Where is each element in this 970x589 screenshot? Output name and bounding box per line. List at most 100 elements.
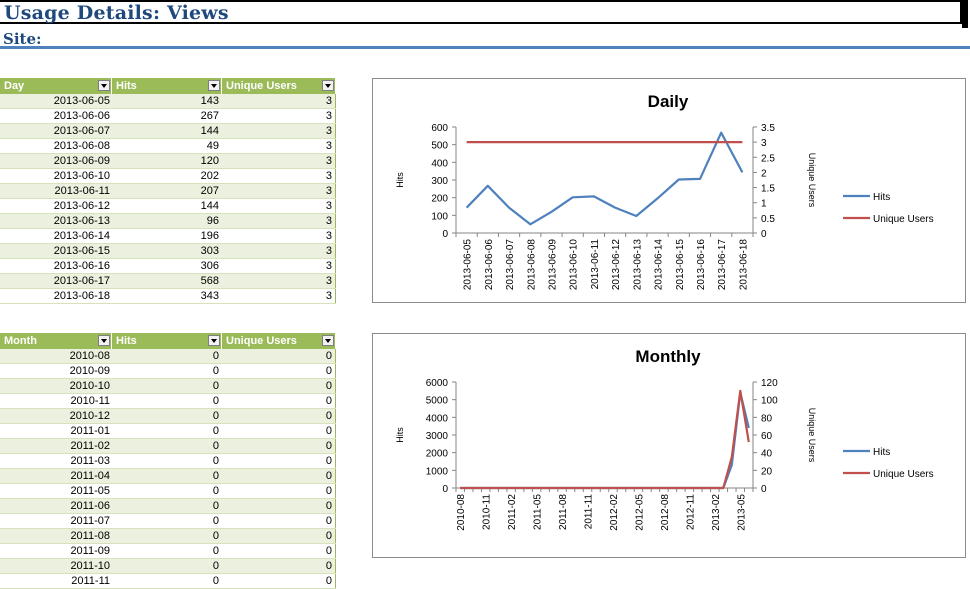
monthly-chart[interactable]: Monthly 0 1000 2000 3000 4000 5000 6000 Hits 0 20 4… bbox=[372, 333, 966, 558]
table-cell[interactable]: 0 bbox=[112, 454, 222, 468]
table-cell[interactable]: 2011-05 bbox=[0, 484, 112, 498]
table-cell[interactable]: 2011-11 bbox=[0, 574, 112, 588]
table-row[interactable]: 2011-02 0 0 bbox=[0, 439, 336, 454]
table-row[interactable]: 2010-12 0 0 bbox=[0, 409, 336, 424]
table-cell[interactable]: 303 bbox=[112, 244, 222, 258]
table-row[interactable]: 2011-05 0 0 bbox=[0, 484, 336, 499]
table-cell[interactable]: 2011-06 bbox=[0, 499, 112, 513]
table-row[interactable]: 2013-06-07 144 3 bbox=[0, 124, 336, 139]
table-row[interactable]: 2011-08 0 0 bbox=[0, 529, 336, 544]
table-row[interactable]: 2011-06 0 0 bbox=[0, 499, 336, 514]
table-cell[interactable]: 0 bbox=[222, 454, 336, 468]
table-cell[interactable]: 2013-06-14 bbox=[0, 229, 112, 243]
table-row[interactable]: 2013-06-15 303 3 bbox=[0, 244, 336, 259]
table-row[interactable]: 2011-07 0 0 bbox=[0, 514, 336, 529]
table-cell[interactable]: 0 bbox=[222, 529, 336, 543]
table-cell[interactable]: 2013-06-10 bbox=[0, 169, 112, 183]
table-row[interactable]: 2013-06-06 267 3 bbox=[0, 109, 336, 124]
table-row[interactable]: 2010-08 0 0 bbox=[0, 349, 336, 364]
table-cell[interactable]: 2011-08 bbox=[0, 529, 112, 543]
table-cell[interactable]: 0 bbox=[112, 544, 222, 558]
table-row[interactable]: 2013-06-18 343 3 bbox=[0, 289, 336, 304]
table-row[interactable]: 2013-06-17 568 3 bbox=[0, 274, 336, 289]
daily-column-header[interactable]: Unique Users bbox=[222, 78, 336, 94]
table-cell[interactable]: 2013-06-05 bbox=[0, 94, 112, 108]
table-cell[interactable]: 49 bbox=[112, 139, 222, 153]
table-cell[interactable]: 2013-06-12 bbox=[0, 199, 112, 213]
table-cell[interactable]: 143 bbox=[112, 94, 222, 108]
table-cell[interactable]: 2011-04 bbox=[0, 469, 112, 483]
table-cell[interactable]: 3 bbox=[222, 139, 336, 153]
table-cell[interactable]: 2013-06-09 bbox=[0, 154, 112, 168]
table-cell[interactable]: 0 bbox=[112, 424, 222, 438]
table-cell[interactable]: 0 bbox=[222, 439, 336, 453]
table-cell[interactable]: 3 bbox=[222, 289, 336, 303]
table-cell[interactable]: 96 bbox=[112, 214, 222, 228]
table-cell[interactable]: 2011-09 bbox=[0, 544, 112, 558]
table-cell[interactable]: 3 bbox=[222, 169, 336, 183]
monthly-column-header[interactable]: Unique Users bbox=[222, 333, 336, 349]
monthly-column-header[interactable]: Hits bbox=[112, 333, 222, 349]
monthly-column-header[interactable]: Month bbox=[0, 333, 112, 349]
selection-handle[interactable] bbox=[962, 0, 968, 28]
table-row[interactable]: 2013-06-10 202 3 bbox=[0, 169, 336, 184]
table-cell[interactable]: 2011-03 bbox=[0, 454, 112, 468]
table-cell[interactable]: 2010-11 bbox=[0, 394, 112, 408]
daily-column-header[interactable]: Day bbox=[0, 78, 112, 94]
table-cell[interactable]: 0 bbox=[222, 559, 336, 573]
table-cell[interactable]: 202 bbox=[112, 169, 222, 183]
table-cell[interactable]: 3 bbox=[222, 244, 336, 258]
table-cell[interactable]: 2011-07 bbox=[0, 514, 112, 528]
filter-dropdown-icon[interactable] bbox=[208, 80, 220, 91]
table-cell[interactable]: 0 bbox=[222, 499, 336, 513]
table-cell[interactable]: 0 bbox=[112, 439, 222, 453]
table-cell[interactable]: 0 bbox=[222, 349, 336, 363]
table-cell[interactable]: 0 bbox=[112, 574, 222, 588]
table-row[interactable]: 2013-06-13 96 3 bbox=[0, 214, 336, 229]
table-cell[interactable]: 2010-08 bbox=[0, 349, 112, 363]
table-cell[interactable]: 306 bbox=[112, 259, 222, 273]
table-cell[interactable]: 0 bbox=[222, 574, 336, 588]
table-cell[interactable]: 3 bbox=[222, 199, 336, 213]
table-cell[interactable]: 120 bbox=[112, 154, 222, 168]
table-cell[interactable]: 0 bbox=[222, 514, 336, 528]
table-row[interactable]: 2013-06-05 143 3 bbox=[0, 94, 336, 109]
table-row[interactable]: 2010-10 0 0 bbox=[0, 379, 336, 394]
table-row[interactable]: 2010-09 0 0 bbox=[0, 364, 336, 379]
table-cell[interactable]: 2013-06-13 bbox=[0, 214, 112, 228]
table-cell[interactable]: 568 bbox=[112, 274, 222, 288]
table-cell[interactable]: 144 bbox=[112, 124, 222, 138]
table-cell[interactable]: 207 bbox=[112, 184, 222, 198]
table-cell[interactable]: 0 bbox=[222, 544, 336, 558]
table-row[interactable]: 2010-11 0 0 bbox=[0, 394, 336, 409]
table-row[interactable]: 2013-06-11 207 3 bbox=[0, 184, 336, 199]
table-cell[interactable]: 2013-06-18 bbox=[0, 289, 112, 303]
table-cell[interactable]: 0 bbox=[222, 484, 336, 498]
table-cell[interactable]: 2010-10 bbox=[0, 379, 112, 393]
table-row[interactable]: 2013-06-08 49 3 bbox=[0, 139, 336, 154]
table-cell[interactable]: 3 bbox=[222, 184, 336, 198]
filter-dropdown-icon[interactable] bbox=[98, 335, 110, 346]
table-cell[interactable]: 0 bbox=[112, 409, 222, 423]
table-cell[interactable]: 0 bbox=[112, 499, 222, 513]
table-cell[interactable]: 0 bbox=[222, 394, 336, 408]
table-cell[interactable]: 0 bbox=[112, 559, 222, 573]
table-cell[interactable]: 3 bbox=[222, 259, 336, 273]
table-row[interactable]: 2011-01 0 0 bbox=[0, 424, 336, 439]
table-row[interactable]: 2013-06-09 120 3 bbox=[0, 154, 336, 169]
table-cell[interactable]: 2013-06-08 bbox=[0, 139, 112, 153]
table-cell[interactable]: 2013-06-17 bbox=[0, 274, 112, 288]
table-row[interactable]: 2013-06-14 196 3 bbox=[0, 229, 336, 244]
table-row[interactable]: 2011-04 0 0 bbox=[0, 469, 336, 484]
table-cell[interactable]: 0 bbox=[112, 529, 222, 543]
table-cell[interactable]: 0 bbox=[112, 514, 222, 528]
table-cell[interactable]: 0 bbox=[112, 364, 222, 378]
table-cell[interactable]: 0 bbox=[112, 394, 222, 408]
table-cell[interactable]: 2013-06-07 bbox=[0, 124, 112, 138]
table-cell[interactable]: 0 bbox=[222, 409, 336, 423]
table-cell[interactable]: 2010-09 bbox=[0, 364, 112, 378]
table-row[interactable]: 2011-09 0 0 bbox=[0, 544, 336, 559]
table-cell[interactable]: 0 bbox=[112, 349, 222, 363]
table-cell[interactable]: 3 bbox=[222, 154, 336, 168]
table-cell[interactable]: 2010-12 bbox=[0, 409, 112, 423]
